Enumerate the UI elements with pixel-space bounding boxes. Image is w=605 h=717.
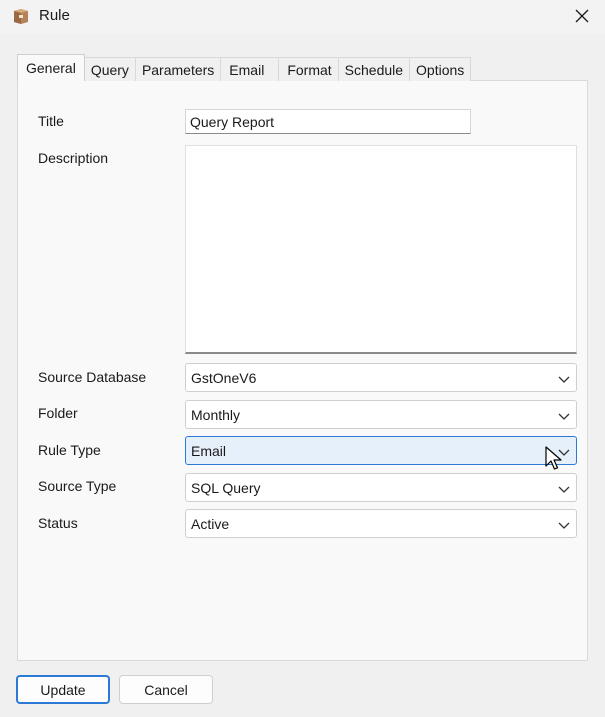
rule-type-value: Email (191, 443, 227, 459)
title-label: Title (38, 113, 64, 129)
source-type-value: SQL Query (191, 480, 261, 496)
tab-parameters[interactable]: Parameters (134, 57, 222, 81)
box-icon (11, 6, 31, 26)
source-database-label: Source Database (38, 369, 147, 385)
tab-strip: General Query Parameters Email Format Sc… (17, 54, 472, 81)
rule-type-label: Rule Type (38, 442, 101, 458)
tab-schedule[interactable]: Schedule (337, 57, 411, 81)
tab-format[interactable]: Format (278, 57, 339, 81)
folder-value: Monthly (191, 407, 241, 423)
chevron-down-icon (558, 445, 570, 457)
title-input-value: Query Report (190, 114, 275, 130)
tab-general[interactable]: General (17, 54, 85, 81)
chevron-down-icon (558, 372, 570, 384)
chevron-down-icon (558, 482, 570, 494)
close-icon (575, 9, 589, 26)
description-label: Description (38, 150, 109, 166)
status-value: Active (191, 516, 230, 532)
source-type-select[interactable]: SQL Query (185, 473, 577, 502)
window-title: Rule (39, 7, 70, 24)
tab-options[interactable]: Options (409, 57, 472, 81)
cancel-button[interactable]: Cancel (119, 675, 213, 704)
update-button[interactable]: Update (16, 675, 110, 704)
tab-email[interactable]: Email (220, 57, 280, 81)
tab-query[interactable]: Query (83, 57, 136, 81)
source-type-label: Source Type (38, 478, 117, 494)
description-textarea[interactable] (185, 145, 577, 354)
rule-dialog: Rule General Query Parameters Email Form… (0, 0, 605, 717)
chevron-down-icon (558, 409, 570, 421)
close-button[interactable] (559, 0, 605, 34)
status-select[interactable]: Active (185, 509, 577, 538)
rule-type-select[interactable]: Email (185, 436, 577, 465)
title-input[interactable]: Query Report (185, 109, 471, 134)
source-database-select[interactable]: GstOneV6 (185, 363, 577, 392)
folder-select[interactable]: Monthly (185, 400, 577, 429)
title-bar: Rule (0, 0, 605, 34)
folder-label: Folder (38, 405, 78, 421)
chevron-down-icon (558, 518, 570, 530)
status-label: Status (38, 515, 78, 531)
source-database-value: GstOneV6 (191, 370, 257, 386)
